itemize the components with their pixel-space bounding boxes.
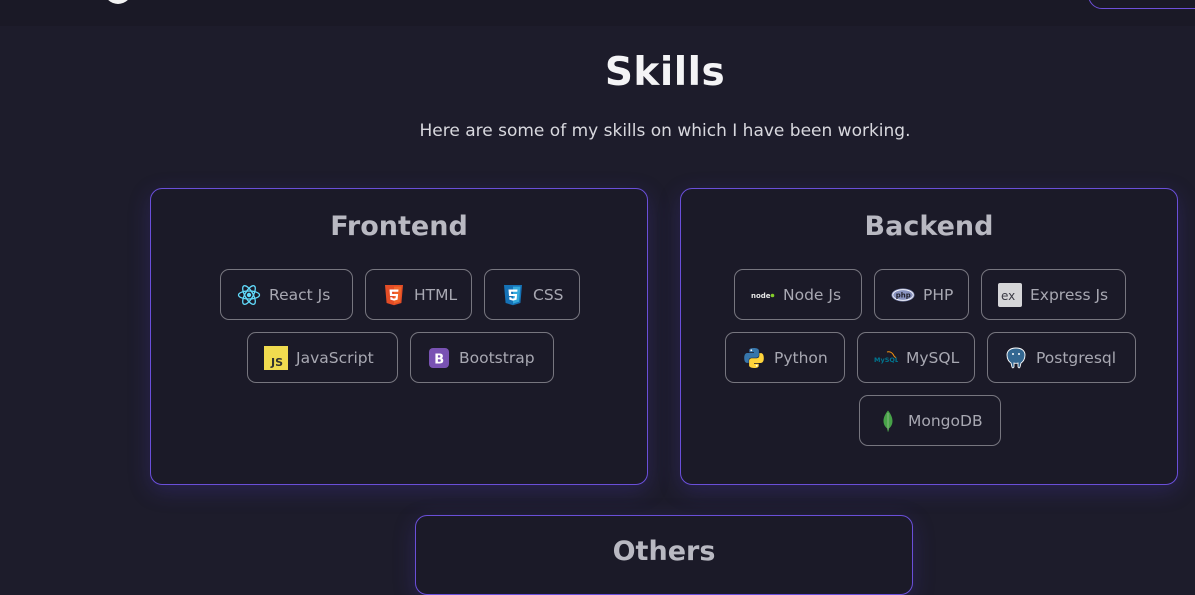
site-logo[interactable] xyxy=(104,0,132,4)
svg-text:JS: JS xyxy=(270,356,283,369)
skill-label: Node Js xyxy=(783,285,842,304)
skill-chip-javascript[interactable]: JS JavaScript xyxy=(247,332,398,383)
skill-chip-bootstrap[interactable]: B Bootstrap xyxy=(410,332,554,383)
skill-label: JavaScript xyxy=(296,348,374,367)
svg-text:php: php xyxy=(896,291,911,299)
skill-label: React Js xyxy=(269,285,331,304)
skill-label: Bootstrap xyxy=(459,348,535,367)
skill-chip-nodejs[interactable]: node Node Js xyxy=(734,269,862,320)
skill-label: MongoDB xyxy=(908,411,983,430)
svg-text:node: node xyxy=(751,292,771,300)
top-navbar xyxy=(0,0,1195,26)
express-icon: ex xyxy=(998,282,1022,307)
postgresql-icon xyxy=(1004,346,1028,370)
skill-chip-mongodb[interactable]: MongoDB xyxy=(859,395,1001,446)
page-title: Skills xyxy=(604,50,726,95)
skill-label: Postgresql xyxy=(1036,348,1117,367)
skill-chip-mysql[interactable]: MySQL MySQL xyxy=(857,332,975,383)
skill-chip-postgresql[interactable]: Postgresql xyxy=(987,332,1136,383)
skill-chip-php[interactable]: php PHP xyxy=(874,269,969,320)
skill-label: Python xyxy=(774,348,828,367)
skill-label: PHP xyxy=(923,285,954,304)
skill-label: Express Js xyxy=(1030,285,1109,304)
others-card-title: Others xyxy=(612,536,716,567)
frontend-card-title: Frontend xyxy=(330,211,468,242)
bootstrap-icon: B xyxy=(427,346,451,370)
php-icon: php xyxy=(891,283,915,307)
backend-card-title: Backend xyxy=(864,211,994,242)
svg-text:MySQL: MySQL xyxy=(874,356,898,364)
frontend-card: Frontend React Js HTML CSS JS JavaScript… xyxy=(150,188,648,485)
backend-card: Backend node Node Js php PHP ex Express … xyxy=(680,188,1178,485)
page-subtitle: Here are some of my skills on which I ha… xyxy=(419,121,911,141)
react-icon xyxy=(237,283,261,307)
skill-label: HTML xyxy=(414,285,458,304)
html5-icon xyxy=(382,283,406,307)
css3-icon xyxy=(501,283,525,307)
skill-chip-python[interactable]: Python xyxy=(725,332,845,383)
skill-chip-html[interactable]: HTML xyxy=(365,269,472,320)
mysql-icon: MySQL xyxy=(874,346,898,370)
skill-chip-css[interactable]: CSS xyxy=(484,269,580,320)
nodejs-icon: node xyxy=(751,283,775,307)
skill-chip-express[interactable]: ex Express Js xyxy=(981,269,1126,320)
skill-label: CSS xyxy=(533,285,564,304)
mongodb-icon xyxy=(876,409,900,433)
skill-chip-react[interactable]: React Js xyxy=(220,269,353,320)
javascript-icon: JS xyxy=(264,345,288,370)
nav-button[interactable] xyxy=(1088,0,1195,9)
svg-text:ex: ex xyxy=(1001,289,1015,303)
svg-text:B: B xyxy=(434,352,444,367)
others-card: Others xyxy=(415,515,913,595)
python-icon xyxy=(742,346,766,370)
skill-label: MySQL xyxy=(906,348,960,367)
